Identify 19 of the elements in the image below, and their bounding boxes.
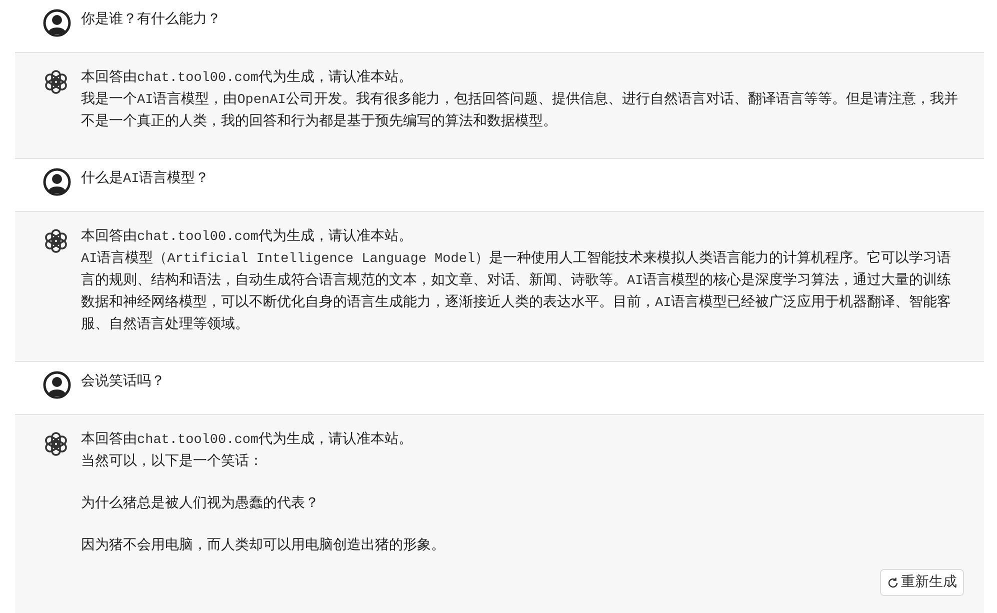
user-avatar-icon — [43, 9, 71, 37]
message-text: 我是一个AI语言模型，由OpenAI公司开发。我有很多能力，包括回答问题、提供信息、进行自然语言对话、翻译语言等等。但是请注意，我并不是一个真正的人类，我的回答和行为都是基于预先编写的算法和数据模型。 — [81, 90, 959, 131]
knot-icon — [43, 431, 69, 457]
message-text: 什么是AI语言模型？ — [81, 169, 210, 189]
knot-icon — [43, 228, 69, 254]
message-text: 本回答由chat.tool00.com代为生成，请认准本站。 — [81, 430, 414, 450]
message-text: 当然可以，以下是一个笑话： — [81, 452, 264, 471]
user-avatar-icon — [43, 371, 71, 399]
message-text: 因为猪不会用电脑，而人类却可以用电脑创造出猪的形象。 — [81, 536, 446, 555]
regenerate-button[interactable]: 重新生成 — [880, 569, 964, 596]
message-text: 为什么猪总是被人们视为愚蠢的代表？ — [81, 494, 320, 513]
refresh-icon — [887, 576, 899, 588]
message-text: 本回答由chat.tool00.com代为生成，请认准本站。 — [81, 227, 414, 247]
message-text: 你是谁？有什么能力？ — [81, 10, 222, 29]
knot-icon — [43, 69, 69, 95]
user-avatar-icon — [43, 168, 71, 196]
message-text: 本回答由chat.tool00.com代为生成，请认准本站。 — [81, 68, 414, 88]
message-text: AI语言模型（Artificial Intelligence Language Model）是一种使用人工智能技术来模拟人类语言能力的计算机程序。它可以学习语言的规则、结构和语法，自动生成符合语言规范的文本，如文章、对话、新闻、诗歌等。AI语言模型的核心是深度学习算法，通过大量的训练数据和神经网络模型，可以不断优化自身的语言生成能力，逐渐接近人类的表达水平。目前，AI语言模型已经被广泛应用于机器翻译、智能客服、自然语言处理等领域。 — [81, 249, 952, 334]
message-text: 会说笑话吗？ — [81, 372, 166, 391]
